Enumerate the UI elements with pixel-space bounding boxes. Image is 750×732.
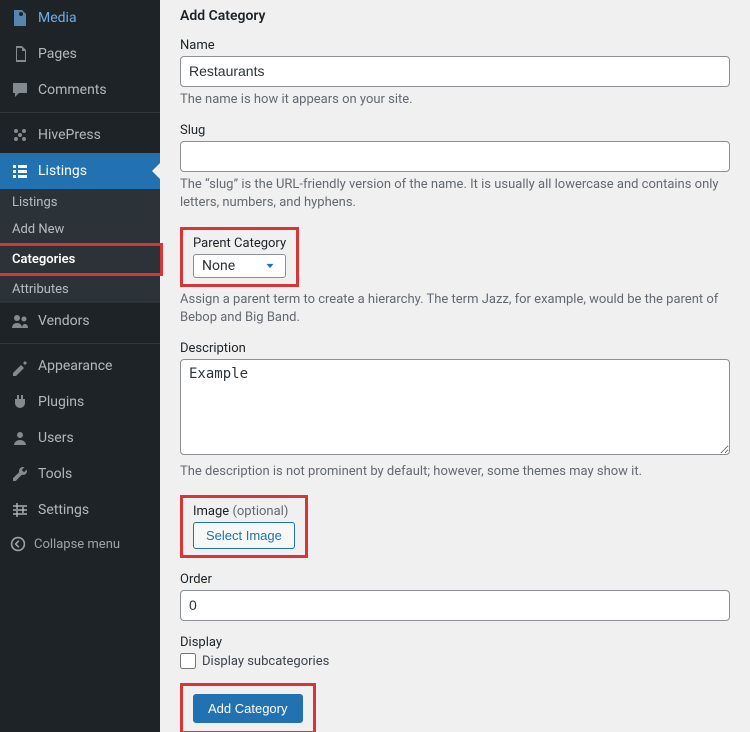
tools-icon bbox=[10, 464, 30, 484]
hivepress-icon bbox=[10, 125, 30, 145]
sidebar-item-pages[interactable]: Pages bbox=[0, 36, 160, 72]
sidebar-item-label: Listings bbox=[38, 163, 87, 179]
collapse-label: Collapse menu bbox=[34, 537, 120, 552]
sidebar-subitem-add-new[interactable]: Add New bbox=[0, 216, 160, 243]
page-title: Add Category bbox=[180, 8, 730, 24]
sidebar-item-plugins[interactable]: Plugins bbox=[0, 384, 160, 420]
sidebar-item-label: HivePress bbox=[38, 127, 101, 143]
order-label: Order bbox=[180, 572, 730, 587]
sidebar-subitem-categories[interactable]: Categories bbox=[0, 243, 163, 276]
chevron-down-icon bbox=[263, 259, 277, 273]
parent-select-value: None bbox=[202, 258, 235, 274]
slug-help: The “slug” is the URL-friendly version o… bbox=[180, 176, 730, 212]
sidebar-separator bbox=[0, 112, 160, 113]
sidebar-item-settings[interactable]: Settings bbox=[0, 492, 160, 528]
field-slug: Slug The “slug” is the URL-friendly vers… bbox=[180, 123, 730, 212]
sidebar-item-label: Users bbox=[38, 430, 74, 446]
sidebar-item-label: Settings bbox=[38, 502, 89, 518]
select-image-button[interactable]: Select Image bbox=[193, 522, 295, 549]
field-order: Order bbox=[180, 572, 730, 621]
media-icon bbox=[10, 8, 30, 28]
sidebar-item-label: Media bbox=[38, 10, 77, 26]
sidebar-item-users[interactable]: Users bbox=[0, 420, 160, 456]
description-help: The description is not prominent by defa… bbox=[180, 463, 730, 481]
field-name: Name The name is how it appears on your … bbox=[180, 38, 730, 109]
sidebar-item-tools[interactable]: Tools bbox=[0, 456, 160, 492]
parent-help: Assign a parent term to create a hierarc… bbox=[180, 291, 730, 327]
settings-icon bbox=[10, 500, 30, 520]
sidebar-item-listings[interactable]: Listings bbox=[0, 153, 160, 189]
users-icon bbox=[10, 428, 30, 448]
pages-icon bbox=[10, 44, 30, 64]
vendors-icon bbox=[10, 311, 30, 331]
sidebar-item-comments[interactable]: Comments bbox=[0, 72, 160, 108]
name-label: Name bbox=[180, 38, 730, 53]
parent-label: Parent Category bbox=[193, 236, 286, 251]
name-help: The name is how it appears on your site. bbox=[180, 91, 730, 109]
add-category-button[interactable]: Add Category bbox=[193, 694, 303, 723]
parent-select[interactable]: None bbox=[193, 254, 286, 278]
description-input[interactable] bbox=[180, 359, 730, 455]
image-highlight: Image (optional) Select Image bbox=[180, 495, 308, 558]
main-content: Add Category Name The name is how it app… bbox=[160, 0, 750, 732]
image-label: Image (optional) bbox=[193, 504, 295, 519]
sidebar-item-label: Tools bbox=[38, 466, 72, 482]
slug-label: Slug bbox=[180, 123, 730, 138]
display-label: Display bbox=[180, 635, 730, 650]
sidebar-subitem-listings[interactable]: Listings bbox=[0, 189, 160, 216]
sidebar-item-label: Vendors bbox=[38, 313, 90, 329]
plugins-icon bbox=[10, 392, 30, 412]
sidebar-item-label: Pages bbox=[38, 46, 77, 62]
sidebar-item-media[interactable]: Media bbox=[0, 0, 160, 36]
field-description: Description The description is not promi… bbox=[180, 341, 730, 481]
sidebar-subitem-attributes[interactable]: Attributes bbox=[0, 276, 160, 303]
sidebar-item-label: Comments bbox=[38, 82, 107, 98]
display-checkbox-label: Display subcategories bbox=[202, 654, 329, 669]
sidebar-item-label: Appearance bbox=[38, 358, 112, 374]
appearance-icon bbox=[10, 356, 30, 376]
sidebar-item-appearance[interactable]: Appearance bbox=[0, 348, 160, 384]
sidebar-separator bbox=[0, 343, 160, 344]
description-label: Description bbox=[180, 341, 730, 356]
name-input[interactable] bbox=[180, 56, 730, 87]
parent-highlight: Parent Category None bbox=[180, 227, 299, 287]
sidebar-submenu: Listings Add New Categories Attributes bbox=[0, 189, 160, 303]
field-image: Image (optional) Select Image bbox=[180, 495, 730, 558]
field-parent-category: Parent Category None Assign a parent ter… bbox=[180, 227, 730, 327]
display-subcategories-checkbox[interactable] bbox=[180, 653, 196, 669]
sidebar-item-hivepress[interactable]: HivePress bbox=[0, 117, 160, 153]
listings-icon bbox=[10, 161, 30, 181]
sidebar-item-vendors[interactable]: Vendors bbox=[0, 303, 160, 339]
sidebar-item-label: Plugins bbox=[38, 394, 84, 410]
field-display: Display Display subcategories bbox=[180, 635, 730, 669]
admin-sidebar: Media Pages Comments HivePress Listings … bbox=[0, 0, 160, 732]
display-checkbox-row: Display subcategories bbox=[180, 653, 730, 669]
slug-input[interactable] bbox=[180, 141, 730, 172]
collapse-menu[interactable]: Collapse menu bbox=[0, 528, 160, 560]
comments-icon bbox=[10, 80, 30, 100]
collapse-icon bbox=[10, 536, 26, 552]
order-input[interactable] bbox=[180, 590, 730, 621]
submit-highlight: Add Category bbox=[180, 683, 316, 732]
